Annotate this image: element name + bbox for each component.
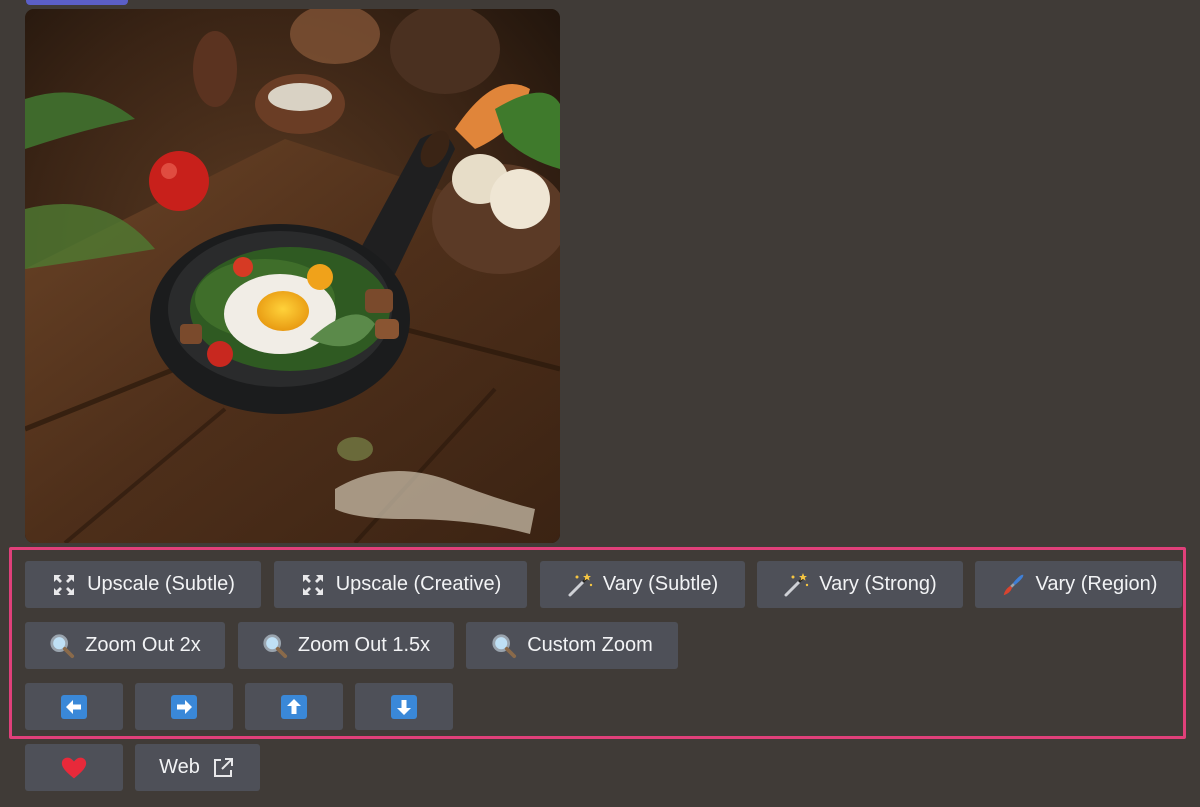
vary-strong-label: Vary (Strong) xyxy=(819,573,937,595)
vary-region-button[interactable]: Vary (Region) xyxy=(975,561,1182,608)
heart-icon xyxy=(61,755,87,781)
pan-right-button[interactable] xyxy=(135,683,233,730)
arrow-right-icon xyxy=(171,694,197,719)
pan-left-button[interactable] xyxy=(25,683,123,730)
magnifier-icon xyxy=(49,633,75,659)
upscale-creative-button[interactable]: Upscale (Creative) xyxy=(274,561,527,608)
zoom-out-1-5x-button[interactable]: Zoom Out 1.5x xyxy=(238,622,454,669)
external-link-icon xyxy=(210,755,236,781)
web-label: Web xyxy=(159,756,200,778)
custom-zoom-button[interactable]: Custom Zoom xyxy=(466,622,678,669)
vary-subtle-button[interactable]: Vary (Subtle) xyxy=(540,561,745,608)
magic-wand-icon xyxy=(783,572,809,598)
generated-image[interactable] xyxy=(25,9,560,543)
zoom-out-2x-label: Zoom Out 2x xyxy=(85,634,201,656)
zoom-out-2x-button[interactable]: Zoom Out 2x xyxy=(25,622,225,669)
upscale-subtle-label: Upscale (Subtle) xyxy=(87,573,235,595)
favorite-button[interactable] xyxy=(25,744,123,791)
zoom-out-1-5x-label: Zoom Out 1.5x xyxy=(297,634,431,656)
expand-arrows-icon xyxy=(300,572,326,598)
custom-zoom-label: Custom Zoom xyxy=(527,634,653,656)
paintbrush-icon xyxy=(1000,572,1026,598)
magnifier-icon xyxy=(262,633,288,659)
expand-arrows-icon xyxy=(51,572,77,598)
magic-wand-icon xyxy=(567,572,593,598)
arrow-left-icon xyxy=(61,694,87,719)
top-tab-indicator xyxy=(26,0,128,5)
pan-down-button[interactable] xyxy=(355,683,453,730)
vary-region-label: Vary (Region) xyxy=(1035,573,1158,595)
food-skillet-illustration xyxy=(25,9,560,543)
arrow-up-icon xyxy=(281,694,307,719)
vary-strong-button[interactable]: Vary (Strong) xyxy=(757,561,963,608)
upscale-creative-label: Upscale (Creative) xyxy=(335,573,502,595)
arrow-down-icon xyxy=(391,694,417,719)
web-button[interactable]: Web xyxy=(135,744,260,791)
magnifier-icon xyxy=(491,633,517,659)
upscale-subtle-button[interactable]: Upscale (Subtle) xyxy=(25,561,261,608)
vary-subtle-label: Vary (Subtle) xyxy=(602,573,719,595)
pan-up-button[interactable] xyxy=(245,683,343,730)
